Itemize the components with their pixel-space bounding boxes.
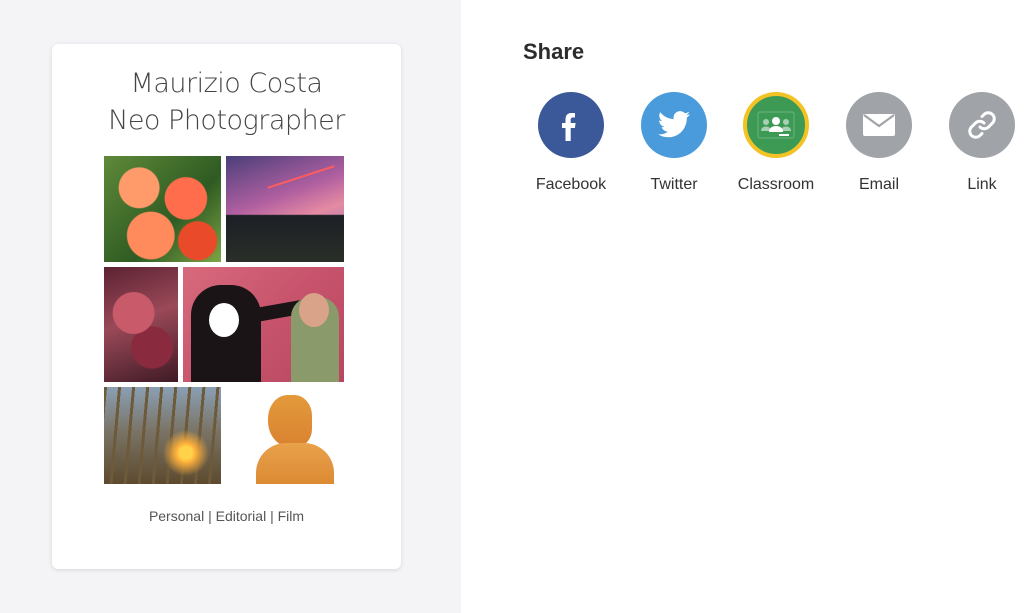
facebook-circle[interactable] — [538, 92, 604, 158]
google-classroom-icon — [757, 111, 795, 139]
share-twitter-button[interactable]: Twitter — [624, 92, 724, 194]
link-circle[interactable] — [949, 92, 1015, 158]
nun-figure — [191, 285, 261, 382]
share-facebook-button[interactable]: Facebook — [521, 92, 621, 194]
cover-title-role: Neo Photographer — [108, 105, 345, 136]
share-link-button[interactable]: Link — [932, 92, 1024, 194]
photo-flowers — [104, 156, 221, 262]
photo-forest-sunlight — [104, 387, 221, 484]
silhouette-head — [268, 395, 312, 447]
photo-sunset-trees — [226, 156, 344, 262]
cover-footer-tags: Personal | Editorial | Film — [148, 508, 305, 524]
share-heading: Share — [523, 39, 585, 64]
photo-silhouette — [226, 387, 344, 484]
portfolio-cover-card[interactable]: Maurizio Costa Neo Photographer Personal… — [52, 44, 401, 569]
email-circle[interactable] — [846, 92, 912, 158]
share-label-twitter: Twitter — [650, 176, 698, 193]
share-classroom-button[interactable]: Classroom — [726, 92, 826, 194]
share-label-classroom: Classroom — [737, 176, 815, 193]
email-icon — [863, 114, 895, 136]
classroom-circle[interactable] — [743, 92, 809, 158]
share-label-facebook: Facebook — [535, 176, 607, 193]
share-label-email: Email — [858, 176, 899, 193]
cover-title-name: Maurizio Costa — [130, 68, 323, 99]
twitter-circle[interactable] — [641, 92, 707, 158]
preview-pane: Maurizio Costa Neo Photographer Personal… — [0, 0, 461, 613]
twitter-icon — [658, 111, 690, 138]
silhouette-shoulders — [256, 443, 334, 484]
share-label-link: Link — [967, 176, 997, 193]
man-figure — [291, 293, 339, 382]
share-email-button[interactable]: Email — [829, 92, 929, 194]
link-icon — [968, 111, 996, 139]
photo-nun-and-man — [183, 267, 344, 382]
facebook-icon — [562, 113, 576, 141]
photo-red-leaves — [104, 267, 178, 382]
